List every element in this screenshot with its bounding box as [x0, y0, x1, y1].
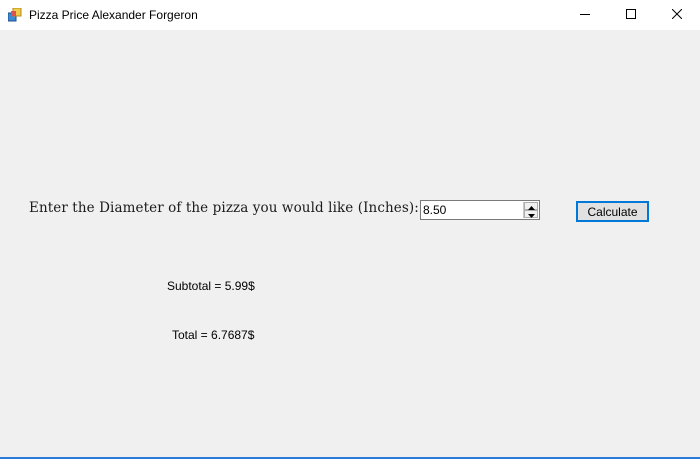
diameter-spinner[interactable]	[523, 202, 538, 218]
chevron-down-icon	[527, 205, 535, 223]
diameter-prompt-label: Enter the Diameter of the pizza you woul…	[29, 200, 419, 216]
close-icon	[671, 6, 683, 24]
diameter-numeric-input[interactable]: 8.50	[420, 200, 540, 220]
total-label: Total = 6.7687$	[172, 328, 255, 342]
maximize-button[interactable]	[608, 0, 654, 30]
minimize-icon	[580, 6, 590, 24]
diameter-value[interactable]: 8.50	[423, 203, 446, 217]
title-bar[interactable]: Pizza Price Alexander Forgeron	[0, 0, 700, 30]
maximize-icon	[626, 6, 636, 24]
calculate-button[interactable]: Calculate	[576, 201, 649, 222]
window-title: Pizza Price Alexander Forgeron	[29, 8, 198, 22]
subtotal-label: Subtotal = 5.99$	[167, 279, 255, 293]
main-window: Pizza Price Alexander Forgeron Enter the…	[0, 0, 700, 459]
close-button[interactable]	[654, 0, 700, 30]
app-icon[interactable]	[7, 7, 22, 22]
minimize-button[interactable]	[562, 0, 608, 30]
spin-down-button[interactable]	[524, 210, 538, 218]
